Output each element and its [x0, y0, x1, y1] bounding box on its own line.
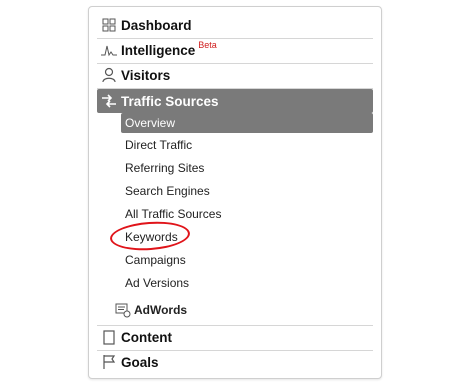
- nav-adwords-label: AdWords: [134, 303, 188, 317]
- subnav-overview[interactable]: Overview: [121, 113, 373, 133]
- subnav-search-engines-label: Search Engines: [125, 184, 210, 198]
- navigation-panel: Dashboard Intelligence Beta Visitors Tra…: [88, 6, 382, 379]
- nav-adwords[interactable]: AdWords: [115, 300, 187, 320]
- nav-intelligence-label: Intelligence: [121, 42, 196, 58]
- nav-goals[interactable]: Goals: [97, 350, 373, 374]
- subnav-referring-sites[interactable]: Referring Sites: [121, 158, 373, 178]
- grid-icon: [101, 17, 117, 33]
- nav-content[interactable]: Content: [97, 325, 373, 349]
- arrows-icon: [101, 93, 117, 109]
- subnav-direct-traffic[interactable]: Direct Traffic: [121, 135, 373, 155]
- flag-icon: [101, 354, 117, 370]
- nav-content-label: Content: [121, 329, 172, 345]
- subnav-ad-versions[interactable]: Ad Versions: [121, 273, 373, 293]
- pulse-icon: [101, 42, 117, 58]
- nav-intelligence[interactable]: Intelligence Beta: [97, 38, 373, 62]
- nav-visitors[interactable]: Visitors: [97, 63, 373, 87]
- subnav-ad-versions-label: Ad Versions: [125, 276, 190, 290]
- nav-traffic-sources[interactable]: Traffic Sources: [97, 89, 373, 113]
- nav-goals-label: Goals: [121, 354, 159, 370]
- adwords-icon: [115, 302, 131, 318]
- beta-badge: Beta: [198, 40, 217, 50]
- nav-visitors-label: Visitors: [121, 67, 171, 83]
- subnav-referring-sites-label: Referring Sites: [125, 161, 205, 175]
- nav-dashboard[interactable]: Dashboard: [97, 13, 373, 37]
- subnav-campaigns[interactable]: Campaigns: [121, 250, 373, 270]
- subnav-search-engines[interactable]: Search Engines: [121, 181, 373, 201]
- nav-traffic-sources-label: Traffic Sources: [121, 93, 219, 109]
- subnav-overview-label: Overview: [125, 116, 176, 130]
- subnav-campaigns-label: Campaigns: [125, 253, 186, 267]
- nav-dashboard-label: Dashboard: [121, 17, 192, 33]
- subnav-direct-traffic-label: Direct Traffic: [125, 138, 193, 152]
- page-icon: [101, 329, 117, 345]
- person-icon: [101, 67, 117, 83]
- subnav-all-traffic-sources-label: All Traffic Sources: [125, 207, 222, 221]
